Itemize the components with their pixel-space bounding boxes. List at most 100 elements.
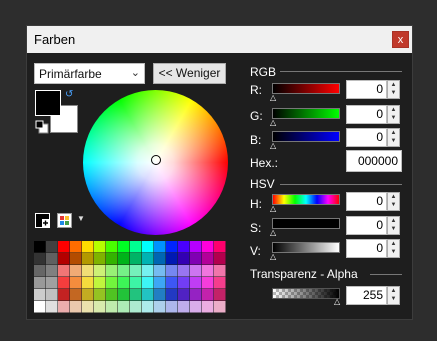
palette-swatch[interactable]	[118, 241, 130, 253]
hue-input[interactable]: 0	[346, 192, 387, 211]
blue-slider[interactable]	[272, 131, 340, 142]
palette-swatch[interactable]	[166, 301, 178, 313]
palette-swatch[interactable]	[130, 253, 142, 265]
red-slider[interactable]	[272, 83, 340, 94]
palette-swatch[interactable]	[202, 265, 214, 277]
palette-swatch[interactable]	[46, 265, 58, 277]
palette-swatch[interactable]	[214, 241, 226, 253]
palette-swatch[interactable]	[70, 289, 82, 301]
hue-slider[interactable]	[272, 194, 340, 205]
palette-swatch[interactable]	[94, 289, 106, 301]
palette-swatch[interactable]	[130, 289, 142, 301]
palette-swatch[interactable]	[46, 253, 58, 265]
palette-swatch[interactable]	[178, 265, 190, 277]
blue-slider-handle[interactable]: △	[270, 141, 276, 150]
palette-swatch[interactable]	[70, 241, 82, 253]
red-spinner[interactable]: ▲ ▼	[387, 80, 400, 99]
saturation-input[interactable]: 0	[346, 216, 387, 235]
color-target-dropdown[interactable]: Primärfarbe ⌄	[34, 63, 145, 84]
green-slider-handle[interactable]: △	[270, 118, 276, 127]
palette-swatch[interactable]	[178, 289, 190, 301]
palette-swatch[interactable]	[106, 301, 118, 313]
palette-swatch[interactable]	[94, 301, 106, 313]
palette-swatch[interactable]	[94, 253, 106, 265]
palette-swatch[interactable]	[34, 265, 46, 277]
palette-swatch[interactable]	[58, 289, 70, 301]
red-slider-handle[interactable]: △	[270, 93, 276, 102]
palette-swatch[interactable]	[154, 253, 166, 265]
palette-swatch[interactable]	[202, 289, 214, 301]
palette-swatch[interactable]	[166, 253, 178, 265]
palette-swatch[interactable]	[58, 301, 70, 313]
palette-swatch[interactable]	[130, 265, 142, 277]
palette-swatch[interactable]	[58, 241, 70, 253]
palette-swatch[interactable]	[94, 277, 106, 289]
red-input[interactable]: 0	[346, 80, 387, 99]
palette-swatch[interactable]	[142, 301, 154, 313]
palette-swatch[interactable]	[58, 265, 70, 277]
palette-swatch[interactable]	[118, 265, 130, 277]
palette-swatch[interactable]	[34, 289, 46, 301]
palette-swatch[interactable]	[202, 277, 214, 289]
palette-swatch[interactable]	[130, 301, 142, 313]
palette-swatch[interactable]	[82, 253, 94, 265]
alpha-spinner[interactable]: ▲ ▼	[387, 286, 400, 305]
green-slider[interactable]	[272, 108, 340, 119]
palette-swatch[interactable]	[82, 265, 94, 277]
alpha-slider[interactable]	[272, 288, 340, 299]
palette-swatch[interactable]	[70, 265, 82, 277]
palette-swatch[interactable]	[142, 289, 154, 301]
green-input[interactable]: 0	[346, 105, 387, 124]
saturation-slider-handle[interactable]: △	[270, 228, 276, 237]
palette-swatch[interactable]	[118, 289, 130, 301]
green-spinner[interactable]: ▲ ▼	[387, 105, 400, 124]
palette-swatch[interactable]	[106, 289, 118, 301]
palette-menu-icon[interactable]	[57, 213, 72, 228]
palette-swatch[interactable]	[166, 241, 178, 253]
palette-swatch[interactable]	[142, 253, 154, 265]
palette-swatch[interactable]	[190, 301, 202, 313]
palette-swatch[interactable]	[70, 253, 82, 265]
palette-swatch[interactable]	[214, 301, 226, 313]
palette-swatch[interactable]	[154, 301, 166, 313]
value-slider[interactable]	[272, 242, 340, 253]
value-slider-handle[interactable]: △	[270, 252, 276, 261]
palette-swatch[interactable]	[46, 301, 58, 313]
palette-swatch[interactable]	[178, 253, 190, 265]
palette-swatch[interactable]	[202, 241, 214, 253]
palette-swatch[interactable]	[154, 241, 166, 253]
palette-swatch[interactable]	[154, 289, 166, 301]
blue-input[interactable]: 0	[346, 128, 387, 147]
color-wheel-cursor[interactable]	[151, 155, 161, 165]
palette-swatch[interactable]	[178, 301, 190, 313]
palette-swatch[interactable]	[106, 241, 118, 253]
palette-swatch[interactable]	[82, 277, 94, 289]
palette-swatch[interactable]	[70, 277, 82, 289]
palette-swatch[interactable]	[190, 253, 202, 265]
palette-swatch[interactable]	[46, 241, 58, 253]
palette-swatch[interactable]	[154, 265, 166, 277]
palette-swatch[interactable]	[118, 277, 130, 289]
palette-swatch[interactable]	[106, 265, 118, 277]
palette-swatch[interactable]	[142, 265, 154, 277]
palette-swatch[interactable]	[118, 253, 130, 265]
palette-swatch[interactable]	[82, 289, 94, 301]
palette-swatch[interactable]	[46, 289, 58, 301]
palette-swatch[interactable]	[190, 289, 202, 301]
palette-swatch[interactable]	[130, 277, 142, 289]
saturation-spinner[interactable]: ▲ ▼	[387, 216, 400, 235]
palette-swatch[interactable]	[166, 277, 178, 289]
palette-swatch[interactable]	[46, 277, 58, 289]
hex-input[interactable]: 000000	[346, 150, 402, 172]
palette-swatch[interactable]	[142, 277, 154, 289]
palette-swatch[interactable]	[82, 301, 94, 313]
dropdown-arrow-icon[interactable]: ▼	[77, 214, 85, 223]
palette-swatch[interactable]	[214, 289, 226, 301]
swap-colors-icon[interactable]: ↺	[65, 89, 73, 100]
palette-swatch[interactable]	[214, 253, 226, 265]
palette-swatch[interactable]	[94, 265, 106, 277]
palette-swatch[interactable]	[142, 241, 154, 253]
color-palette[interactable]	[34, 241, 226, 313]
palette-swatch[interactable]	[202, 253, 214, 265]
palette-swatch[interactable]	[34, 241, 46, 253]
